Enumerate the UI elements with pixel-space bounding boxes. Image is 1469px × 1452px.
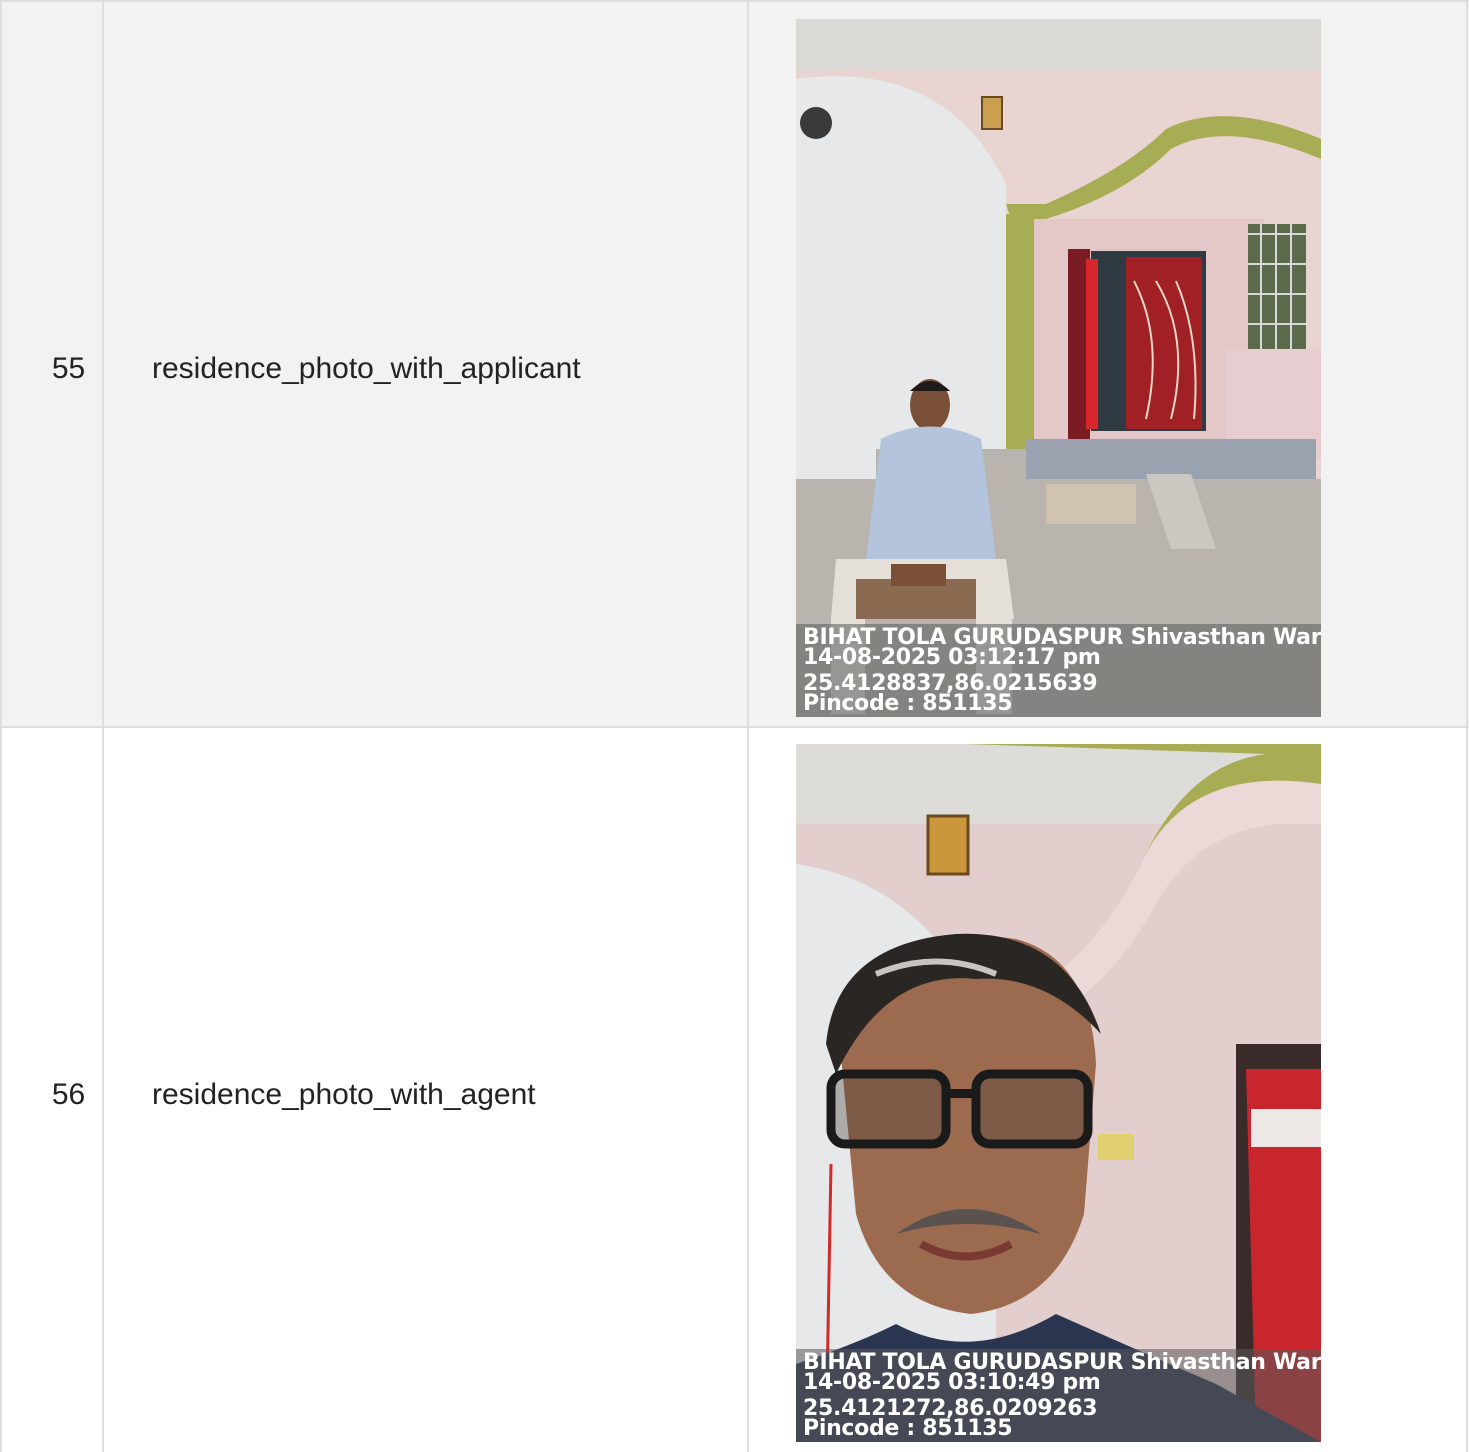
stamp-datetime: 14-08-2025 03:10:49 pm bbox=[803, 1370, 1101, 1395]
field-name-cell: residence_photo_with_applicant bbox=[152, 352, 581, 385]
stamp-datetime: 14-08-2025 03:12:17 pm bbox=[803, 645, 1101, 670]
stamp-pincode: Pincode : 851135 bbox=[803, 1416, 1013, 1441]
photo-illustration bbox=[796, 744, 1321, 1442]
column-divider bbox=[747, 728, 749, 1452]
residence-photo-agent[interactable]: BIHAT TOLA GURUDASPUR Shivasthan Warc 14… bbox=[796, 744, 1321, 1442]
photo-illustration bbox=[796, 19, 1321, 717]
table-row: 55 residence_photo_with_applicant BIHAT … bbox=[0, 0, 1469, 727]
table-row: 56 residence_photo_with_agent BIHAT TOLA… bbox=[0, 726, 1469, 1452]
serial-number-cell: 56 bbox=[51, 1078, 86, 1111]
geo-stamp: BIHAT TOLA GURUDASPUR Shivasthan Warc 14… bbox=[796, 624, 1321, 717]
stamp-pincode: Pincode : 851135 bbox=[803, 691, 1013, 716]
column-divider bbox=[747, 2, 749, 727]
field-name-cell: residence_photo_with_agent bbox=[152, 1078, 536, 1111]
column-divider bbox=[1466, 728, 1468, 1452]
photo-table: 55 residence_photo_with_applicant BIHAT … bbox=[0, 0, 1469, 1452]
serial-number-cell: 55 bbox=[51, 352, 86, 385]
column-divider bbox=[1466, 2, 1468, 727]
residence-photo-applicant[interactable]: BIHAT TOLA GURUDASPUR Shivasthan Warc 14… bbox=[796, 19, 1321, 717]
geo-stamp: BIHAT TOLA GURUDASPUR Shivasthan Warc 14… bbox=[796, 1349, 1321, 1442]
